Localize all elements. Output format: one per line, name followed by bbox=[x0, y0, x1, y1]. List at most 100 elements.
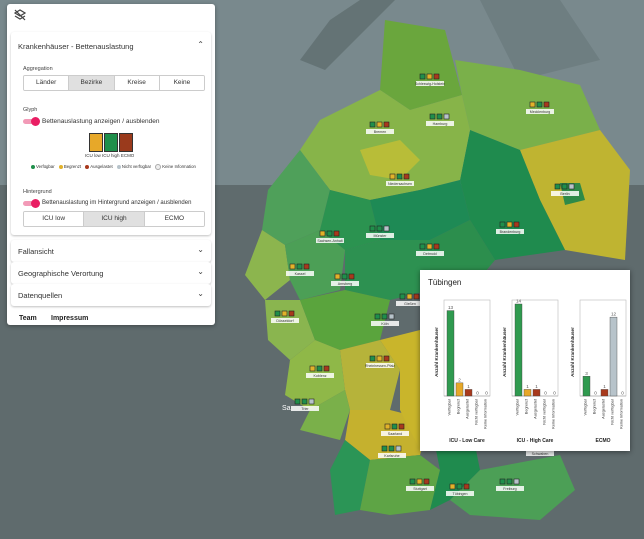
legend-item-begrenzt: Begrenzt bbox=[58, 164, 81, 169]
glyph-label: Berlin bbox=[560, 192, 569, 196]
glyph-box bbox=[543, 101, 550, 108]
glyph-label: Bremen bbox=[374, 130, 387, 134]
glyph-box bbox=[506, 478, 513, 485]
aggregation-option-keine[interactable]: Keine bbox=[159, 76, 204, 90]
glyph-box bbox=[369, 225, 376, 232]
team-link[interactable]: Team bbox=[19, 315, 37, 322]
glyph-box bbox=[396, 173, 403, 180]
glyph-label: Glyph bbox=[23, 107, 38, 113]
section-datenquellen[interactable]: Datenquellen ⌄ bbox=[11, 284, 211, 306]
glyph-box bbox=[289, 263, 296, 270]
category-label: Keine Information bbox=[620, 399, 624, 429]
glyph-box bbox=[499, 478, 506, 485]
bar-value-label: 1 bbox=[603, 384, 606, 389]
background-toggle[interactable] bbox=[23, 199, 40, 208]
glyph-box bbox=[384, 423, 391, 430]
background-option-icu-low[interactable]: ICU low bbox=[24, 212, 85, 226]
aggregation-option-kreise[interactable]: Kreise bbox=[114, 76, 160, 90]
glyph-label: Gießen bbox=[404, 302, 416, 306]
aggregation-option-laender[interactable]: Länder bbox=[24, 76, 70, 90]
glyph-box bbox=[406, 293, 413, 300]
bar bbox=[532, 389, 541, 397]
glyph-box bbox=[301, 398, 308, 405]
glyph-box bbox=[309, 365, 316, 372]
glyph-box bbox=[333, 230, 340, 237]
bar-value-label: 0 bbox=[485, 391, 488, 396]
glyph-label: Arnsberg bbox=[338, 282, 353, 286]
bettenauslastung-section: Krankenhäuser - Bettenauslastung ⌃ Aggre… bbox=[11, 32, 211, 235]
bar-value-label: 1 bbox=[526, 384, 529, 389]
category-label: Ausgelastet bbox=[602, 398, 606, 419]
popup-charts: Anzahl Krankenhäuser13Verfügbar2Begrenzt… bbox=[434, 299, 627, 444]
glyph-box bbox=[388, 445, 395, 452]
glyph-box bbox=[554, 183, 561, 190]
layers-off-icon[interactable] bbox=[13, 9, 27, 24]
glyph-box bbox=[463, 483, 470, 490]
legend-item-label: Nicht verfügbar bbox=[121, 164, 152, 170]
glyph-label: Freiburg bbox=[503, 487, 516, 491]
glyph-box bbox=[383, 225, 390, 232]
category-label: Verfügbar bbox=[584, 398, 588, 415]
category-label: Nicht verfügbar bbox=[543, 398, 547, 424]
background-option-ecmo[interactable]: ECMO bbox=[144, 212, 204, 226]
glyph-box bbox=[288, 310, 295, 317]
glyph-box bbox=[381, 445, 388, 452]
section-fallansicht[interactable]: Fallansicht ⌄ bbox=[11, 240, 211, 262]
bar-value-label: 0 bbox=[544, 391, 547, 396]
glyph-box bbox=[374, 313, 381, 320]
background-option-icu-high[interactable]: ICU high bbox=[84, 212, 145, 226]
section-title[interactable]: Krankenhäuser - Bettenauslastung bbox=[18, 42, 134, 51]
bar bbox=[455, 382, 464, 397]
glyph-label: Koblenz bbox=[314, 374, 327, 378]
impressum-link[interactable]: Impressum bbox=[51, 315, 88, 322]
glyph-box bbox=[398, 423, 405, 430]
chevron-down-icon[interactable]: ⌄ bbox=[197, 245, 204, 254]
glyph-toggle[interactable] bbox=[23, 117, 40, 126]
glyph-box bbox=[426, 243, 433, 250]
background-mode-toggle: ICU low ICU high ECMO bbox=[23, 211, 205, 227]
glyph-box bbox=[326, 230, 333, 237]
category-label: Ausgelastet bbox=[534, 398, 538, 419]
glyph-box bbox=[369, 121, 376, 128]
place-label: Sa bbox=[282, 405, 291, 412]
bar-value-label: 0 bbox=[594, 391, 597, 396]
glyph-box bbox=[513, 221, 520, 228]
chevron-up-icon[interactable]: ⌃ bbox=[197, 40, 204, 49]
background-toggle-label: Bettenauslastung im Hintergrund anzeigen… bbox=[42, 200, 192, 206]
glyph-box bbox=[389, 173, 396, 180]
section-geographische-verortung-title: Geographische Verortung bbox=[18, 269, 104, 278]
glyph-box bbox=[376, 121, 383, 128]
chevron-down-icon[interactable]: ⌄ bbox=[197, 289, 204, 298]
y-axis-title: Anzahl Krankenhäuser bbox=[502, 327, 507, 377]
chevron-down-icon[interactable]: ⌄ bbox=[197, 267, 204, 276]
glyph-label: Köln bbox=[381, 322, 388, 326]
category-label: Begrenzt bbox=[457, 398, 461, 414]
glyph-label: Detmold bbox=[423, 252, 436, 256]
glyph-box bbox=[381, 313, 388, 320]
aggregation-option-bezirke[interactable]: Bezirke bbox=[69, 76, 115, 90]
glyph-box bbox=[383, 355, 390, 362]
bar-value-label: 2 bbox=[458, 377, 461, 382]
glyph-box bbox=[296, 263, 303, 270]
category-label: Begrenzt bbox=[525, 398, 529, 414]
glyph-label: Trier bbox=[301, 407, 309, 411]
bar-value-label: 1 bbox=[535, 384, 538, 389]
glyph-box bbox=[499, 221, 506, 228]
glyph-box bbox=[429, 113, 436, 120]
bar-value-label: 0 bbox=[476, 391, 479, 396]
glyph-box bbox=[419, 73, 426, 80]
status-legend: Verfügbar Begrenzt Ausgelastet Nicht ver… bbox=[31, 164, 199, 170]
bar-value-label: 1 bbox=[467, 384, 470, 389]
glyph-box bbox=[403, 173, 410, 180]
y-axis-title: Anzahl Krankenhäuser bbox=[570, 327, 575, 377]
legend-item-label: Verfügbar bbox=[36, 164, 55, 170]
section-geographische-verortung[interactable]: Geographische Verortung ⌄ bbox=[11, 262, 211, 284]
glyph-box bbox=[323, 365, 330, 372]
glyph-label: Kassel bbox=[295, 272, 306, 276]
glyph-box bbox=[274, 310, 281, 317]
glyph-label: Rheinhessen-Pfalz bbox=[365, 364, 395, 368]
glyph-label: Mecklenburg bbox=[530, 110, 551, 114]
bar bbox=[600, 389, 609, 397]
glyph-sample-icu-high bbox=[104, 133, 118, 152]
chart-title: ICU - Low Care bbox=[449, 438, 485, 444]
